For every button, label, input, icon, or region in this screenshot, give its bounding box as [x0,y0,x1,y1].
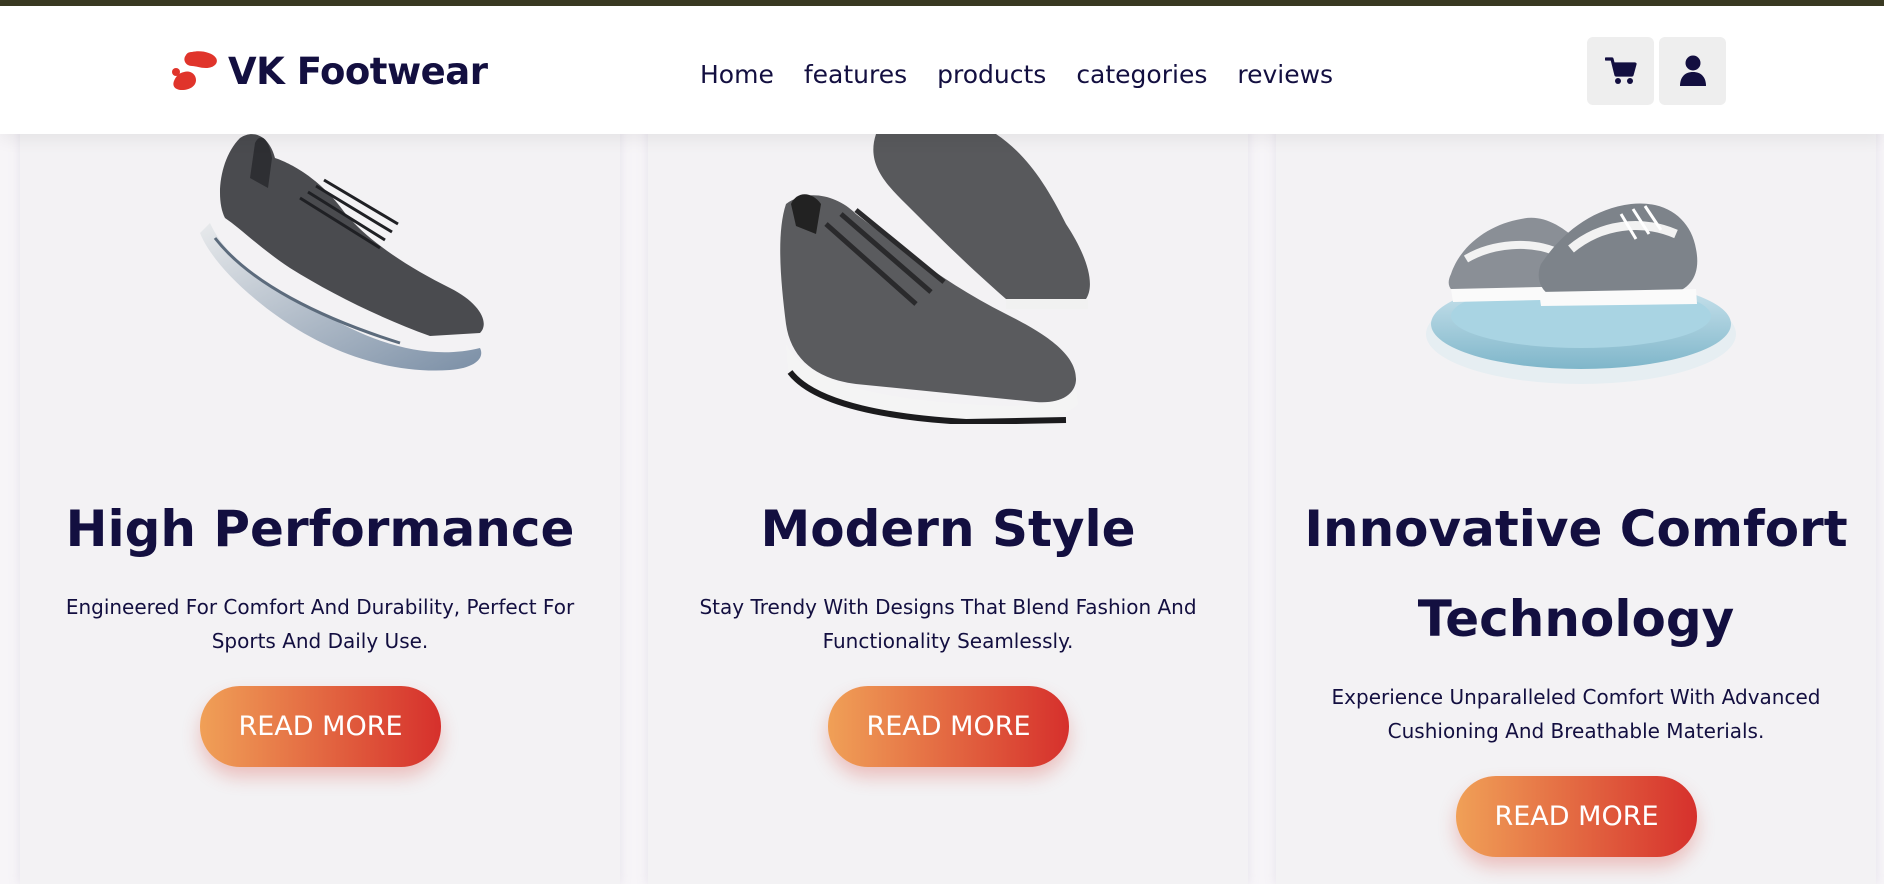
running-shoe-image [20,124,620,454]
main-nav: Home features products categories review… [700,52,1333,96]
user-icon [1679,55,1706,86]
feature-card-high-performance: High Performance Engineered For Comfort … [20,124,620,884]
features-section: High Performance Engineered For Comfort … [0,119,1884,884]
read-more-button[interactable]: READ MORE [828,686,1069,767]
footprints-icon [172,51,217,90]
card-title: Modern Style [760,500,1136,558]
sneakers-on-platform-image [1276,124,1876,454]
card-description: Stay Trendy With Designs That Blend Fash… [699,595,1197,653]
user-button[interactable] [1659,37,1726,105]
card-title: Innovative Comfort Technology [1304,500,1848,648]
feature-card-innovative-comfort: Innovative Comfort Technology Experience… [1276,124,1876,884]
casual-sneakers-image [648,119,1248,454]
cart-button[interactable] [1587,37,1654,105]
feature-card-modern-style: Modern Style Stay Trendy With Designs Th… [648,119,1248,884]
read-more-button[interactable]: READ MORE [200,686,441,767]
card-description: Engineered For Comfort And Durability, P… [65,595,575,653]
brand-logo[interactable]: VK Footwear [170,46,488,96]
brand-name: VK Footwear [228,49,488,93]
nav-home[interactable]: Home [700,60,774,89]
card-title: High Performance [65,500,575,558]
card-description: Experience Unparalleled Comfort With Adv… [1331,685,1821,743]
nav-features[interactable]: features [804,60,907,89]
nav-categories[interactable]: categories [1076,60,1207,89]
read-more-button[interactable]: READ MORE [1456,776,1697,857]
shopping-cart-icon [1604,57,1637,84]
nav-products[interactable]: products [937,60,1046,89]
nav-reviews[interactable]: reviews [1237,60,1333,89]
site-header: VK Footwear Home features products categ… [0,6,1884,134]
header-actions [1587,37,1726,105]
